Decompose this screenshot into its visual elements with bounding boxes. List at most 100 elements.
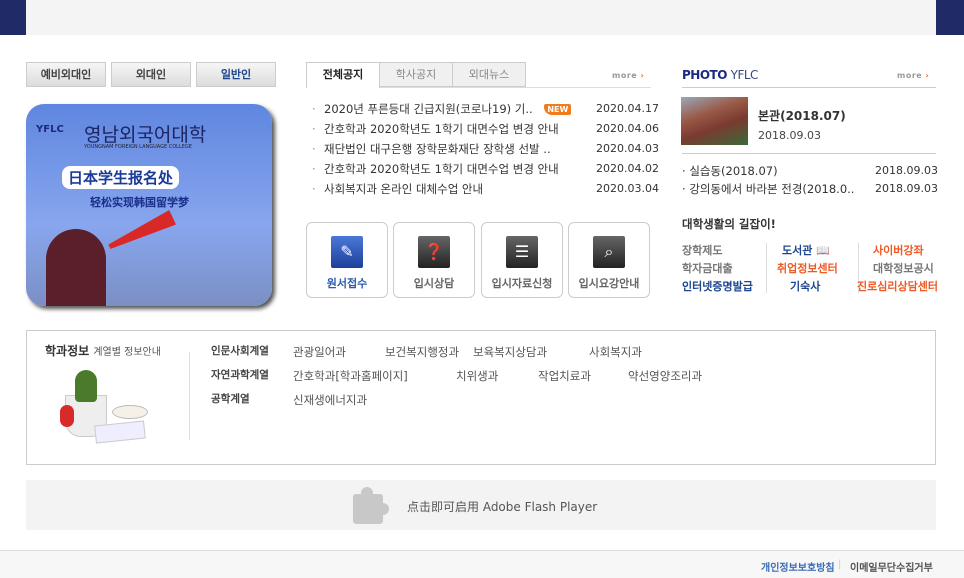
footer-separator: | <box>838 559 842 570</box>
divider <box>682 153 936 154</box>
tab-academic-notices[interactable]: 학사공지 <box>379 62 453 87</box>
department-link[interactable]: 보육복지상담과 <box>473 344 547 360</box>
notice-item[interactable]: · 간호학과 2020학년도 1학기 대면수업 변경 안내 2020.04.06 <box>312 119 659 139</box>
cyber-lecture-link[interactable]: 사이버강좌 <box>873 242 924 258</box>
notice-item[interactable]: · 간호학과 2020학년도 1학기 대면수업 변경 안내 2020.04.02 <box>312 159 659 179</box>
consult-label: 입시상담 <box>413 277 455 290</box>
notice-title: 재단법인 대구은행 장학문화재단 장학생 선발 .. <box>324 142 551 156</box>
person-image <box>46 229 106 306</box>
flash-player-placeholder[interactable]: 点击即可启用 Adobe Flash Player <box>26 480 936 530</box>
notice-date: 2020.04.02 <box>596 162 659 175</box>
search-screen-icon: ⌕ <box>593 236 625 268</box>
cactus-coffee-image <box>60 365 155 445</box>
footer: 개인정보보호방침 | 이메일무단수집거부 <box>0 550 964 578</box>
career-center-link[interactable]: 취업정보센터 <box>777 260 838 276</box>
department-category: 인문사회계열 <box>211 345 269 357</box>
admission-guide-button[interactable]: ⌕ 입시요강안내 <box>568 222 650 298</box>
notice-list: · 2020년 푸른등대 긴급지원(코로나19) 기.. NEW 2020.04.1… <box>312 99 659 199</box>
notice-date: 2020.03.04 <box>596 182 659 195</box>
consult-button[interactable]: ❓ 입시상담 <box>393 222 475 298</box>
scholarship-link[interactable]: 장학제도 <box>682 242 722 258</box>
top-bar <box>26 0 936 35</box>
bullet: · <box>312 102 316 116</box>
notice-title: 간호학과 2020학년도 1학기 대면수업 변경 안내 <box>324 162 559 176</box>
divider <box>766 243 767 293</box>
divider <box>189 352 190 440</box>
prospective-student-button[interactable]: 예비외대인 <box>26 62 106 87</box>
photo-list-item[interactable]: · 실습동(2018.07) 2018.09.03 <box>682 162 938 180</box>
photo-date: 2018.09.03 <box>875 164 938 177</box>
request-materials-button[interactable]: ☰ 입시자료신청 <box>481 222 563 298</box>
department-link[interactable]: 약선영양조리과 <box>628 368 702 384</box>
bullet: · <box>312 122 316 136</box>
department-link[interactable]: 치위생과 <box>456 368 498 384</box>
featured-photo-date: 2018.09.03 <box>758 129 821 142</box>
notice-more-link[interactable]: more › <box>612 71 644 80</box>
apply-label: 원서접수 <box>326 277 368 290</box>
flash-text: 点击即可启用 Adobe Flash Player <box>407 500 598 514</box>
banner-tagline: 轻松实现韩国留学梦 <box>90 196 189 209</box>
photo-title: · 실습동(2018.07) <box>682 164 778 178</box>
top-bar-left <box>0 0 26 35</box>
department-link[interactable]: 보건복지행정과 <box>385 344 459 360</box>
guide-title: 대학생활의 길잡이! <box>682 217 776 231</box>
photo-more-link[interactable]: more › <box>897 71 929 80</box>
notice-item[interactable]: · 재단법인 대구은행 장학문화재단 장학생 선발 .. 2020.04.03 <box>312 139 659 159</box>
department-category: 자연과학계열 <box>211 369 269 381</box>
notice-title: 사회복지과 온라인 대체수업 안내 <box>324 182 484 196</box>
banner-subtitle: YOUNGNAM FOREIGN LANGUAGE COLLEGE <box>84 144 192 150</box>
document-icon: ☰ <box>506 236 538 268</box>
notice-date: 2020.04.06 <box>596 122 659 135</box>
tab-news[interactable]: 외대뉴스 <box>452 62 526 87</box>
featured-photo-caption[interactable]: 본관(2018.07) <box>758 107 846 124</box>
bullet: · <box>312 162 316 176</box>
photo-list-item[interactable]: · 강의동에서 바라본 전경(2018.0.. 2018.09.03 <box>682 180 938 198</box>
new-badge: NEW <box>544 104 572 115</box>
apply-button[interactable]: ✎ 원서접수 <box>306 222 388 298</box>
department-link[interactable]: 간호학과[학과홈페이지] <box>293 368 408 384</box>
request-materials-label: 입시자료신청 <box>491 277 553 290</box>
library-link[interactable]: 도서관 📖 <box>782 242 830 258</box>
department-link[interactable]: 신재생에너지과 <box>293 392 367 408</box>
certificate-link[interactable]: 인터넷증명발급 <box>682 278 753 294</box>
puzzle-icon <box>348 484 390 526</box>
department-link[interactable]: 사회복지과 <box>589 344 642 360</box>
banner-headline: 日本学生报名处 <box>62 166 180 189</box>
dormitory-link[interactable]: 기숙사 <box>790 278 820 294</box>
featured-photo[interactable] <box>681 97 748 145</box>
notice-date: 2020.04.03 <box>596 142 659 155</box>
pencil-icon: ✎ <box>331 236 363 268</box>
email-refusal-link[interactable]: 이메일무단수집거부 <box>850 559 933 574</box>
book-icon: 📖 <box>816 244 830 257</box>
consult-icon: ❓ <box>418 236 450 268</box>
privacy-policy-link[interactable]: 개인정보보호방침 <box>761 559 835 574</box>
info-disclosure-link[interactable]: 대학정보공시 <box>873 260 934 276</box>
counseling-center-link[interactable]: 진로심리상담센터 <box>857 278 938 294</box>
department-link[interactable]: 관광일어과 <box>293 344 346 360</box>
promo-banner[interactable]: YFLC 영남외국어대학 YOUNGNAM FOREIGN LANGUAGE C… <box>26 104 272 306</box>
student-loan-link[interactable]: 학자금대출 <box>682 260 733 276</box>
general-button[interactable]: 일반인 <box>196 62 276 87</box>
photo-list: · 실습동(2018.07) 2018.09.03 · 강의동에서 바라본 전경(2… <box>682 162 938 198</box>
top-bar-right <box>936 0 964 35</box>
notice-item[interactable]: · 2020년 푸른등대 긴급지원(코로나19) 기.. NEW 2020.04.1… <box>312 99 659 119</box>
admission-guide-label: 입시요강안내 <box>578 277 640 290</box>
banner-logo: YFLC <box>36 124 64 135</box>
photo-date: 2018.09.03 <box>875 182 938 195</box>
department-link[interactable]: 작업치료과 <box>538 368 591 384</box>
bullet: · <box>312 182 316 196</box>
department-category: 공학계열 <box>211 393 250 405</box>
bullet: · <box>312 142 316 156</box>
divider <box>682 87 936 88</box>
notice-title: 2020년 푸른등대 긴급지원(코로나19) 기.. NEW <box>324 99 596 119</box>
student-button[interactable]: 외대인 <box>111 62 191 87</box>
notice-item[interactable]: · 사회복지과 온라인 대체수업 안내 2020.03.04 <box>312 179 659 199</box>
photo-section-title: PHOTO YFLC <box>682 68 758 82</box>
photo-title: · 강의동에서 바라본 전경(2018.0.. <box>682 182 855 196</box>
banner-title: 영남외국어대학 <box>84 124 207 146</box>
divider <box>380 87 651 88</box>
tab-all-notices[interactable]: 전체공지 <box>306 62 380 88</box>
notice-date: 2020.04.17 <box>596 102 659 115</box>
notice-title: 간호학과 2020학년도 1학기 대면수업 변경 안내 <box>324 122 559 136</box>
department-title: 학과정보 계열별 정보안내 <box>45 344 161 358</box>
